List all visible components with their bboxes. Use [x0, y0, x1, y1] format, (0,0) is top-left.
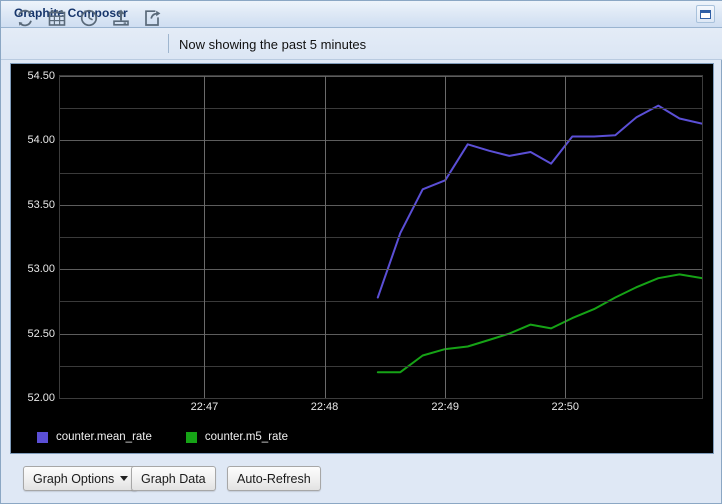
graphite-composer-window: Graphite Composer — [0, 0, 722, 504]
gridline-major-horizontal — [60, 398, 702, 399]
y-axis: 52.0052.5053.0053.5054.0054.50 — [11, 75, 55, 399]
gridline-vertical — [204, 76, 205, 398]
y-axis-tick-label: 52.00 — [27, 392, 55, 404]
plot-area[interactable] — [59, 75, 703, 399]
legend-color-swatch — [37, 432, 48, 443]
calendar-icon[interactable] — [46, 7, 68, 29]
button-label: Auto-Refresh — [237, 472, 311, 486]
gridline-major-horizontal — [60, 334, 702, 335]
clock-icon[interactable] — [78, 7, 100, 29]
legend-series-label: counter.m5_rate — [205, 431, 288, 443]
y-axis-tick-label: 52.50 — [27, 328, 55, 340]
gridline-vertical — [325, 76, 326, 398]
restore-window-button[interactable] — [696, 5, 715, 23]
graph-panel[interactable]: 52.0052.5053.0053.5054.0054.50 22:4722:4… — [10, 63, 714, 454]
gridline-minor-horizontal — [60, 108, 702, 109]
series-line — [378, 274, 702, 372]
button-label: Graph Options — [33, 472, 114, 486]
gridline-minor-horizontal — [60, 173, 702, 174]
toolbar-separator — [168, 34, 169, 53]
share-icon[interactable] — [141, 7, 163, 29]
legend-entry[interactable]: counter.mean_rate — [37, 431, 152, 443]
refresh-icon[interactable] — [14, 7, 36, 29]
gridline-minor-horizontal — [60, 366, 702, 367]
chart-legend: counter.mean_rate counter.m5_rate — [11, 429, 715, 445]
y-axis-tick-label: 53.00 — [27, 263, 55, 275]
time-range-label: Now showing the past 5 minutes — [179, 37, 366, 52]
auto-refresh-button[interactable]: Auto-Refresh — [227, 466, 321, 491]
footer-toolbar: Graph Options Graph Data Auto-Refresh — [1, 456, 721, 503]
legend-series-label: counter.mean_rate — [56, 431, 152, 443]
x-axis-tick-label: 22:47 — [191, 401, 219, 413]
restore-window-icon — [700, 10, 711, 19]
x-axis-tick-label: 22:50 — [551, 401, 579, 413]
gridline-minor-horizontal — [60, 237, 702, 238]
x-axis-tick-label: 22:48 — [311, 401, 339, 413]
x-axis: 22:47 22:48 22:49 22:50 — [59, 401, 705, 419]
button-label: Graph Data — [141, 472, 206, 486]
legend-color-swatch — [186, 432, 197, 443]
gridline-vertical — [565, 76, 566, 398]
gridline-minor-horizontal — [60, 301, 702, 302]
legend-entry[interactable]: counter.m5_rate — [186, 431, 288, 443]
chevron-down-icon — [120, 476, 128, 481]
graph-data-button[interactable]: Graph Data — [131, 466, 216, 491]
gridline-major-horizontal — [60, 76, 702, 77]
gridline-major-horizontal — [60, 140, 702, 141]
y-axis-tick-label: 54.00 — [27, 134, 55, 146]
upload-icon[interactable] — [110, 7, 132, 29]
gridline-major-horizontal — [60, 269, 702, 270]
x-axis-tick-label: 22:49 — [431, 401, 459, 413]
gridline-major-horizontal — [60, 205, 702, 206]
gridline-vertical — [445, 76, 446, 398]
graph-options-button[interactable]: Graph Options — [23, 466, 138, 491]
y-axis-tick-label: 54.50 — [27, 70, 55, 82]
y-axis-tick-label: 53.50 — [27, 199, 55, 211]
